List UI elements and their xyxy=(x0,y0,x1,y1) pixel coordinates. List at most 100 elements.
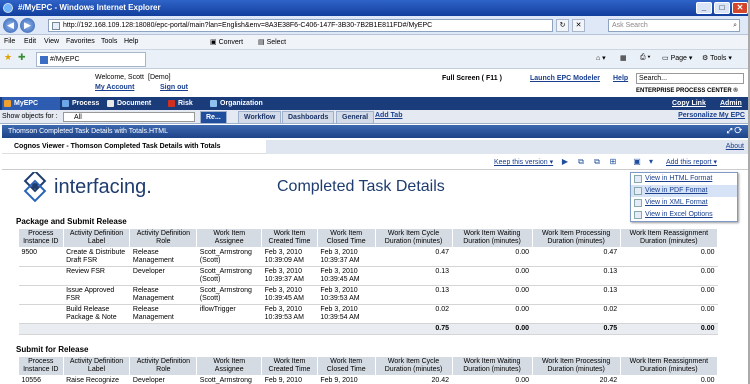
feeds-icon[interactable]: ▦ xyxy=(620,54,627,62)
logo-text: interfacing. xyxy=(54,175,152,198)
table-cell: Feb 3, 2010 10:39:53 AM xyxy=(317,285,376,305)
tab-myepc[interactable]: #/MyEPC xyxy=(36,52,146,67)
section-title: Submit for Release xyxy=(16,345,89,354)
html-icon xyxy=(634,175,642,183)
table-cell: 0.00 xyxy=(452,247,533,267)
portlet-title: Thomson Completed Task Details with Tota… xyxy=(8,128,169,135)
task-details-table: Process Instance ID Activity Definition L… xyxy=(18,356,719,384)
menu-view[interactable]: View xyxy=(44,38,59,45)
cognos-toolbar: Keep this version ▾ ▶ ⧉ ⧉ ⊞ ▣ ▾ Add this… xyxy=(2,154,748,170)
table-cell: Create & Distribute Draft FSR xyxy=(63,247,130,267)
menu-file[interactable]: File xyxy=(4,38,15,45)
tab-re[interactable]: Re... xyxy=(200,111,227,124)
table-cell: Build Release Package & Note xyxy=(63,304,130,324)
column-header: Work Item Waiting Duration (minutes) xyxy=(451,356,533,376)
table-cell: Developer xyxy=(129,266,197,286)
portal-search-input[interactable]: Search... xyxy=(636,73,744,84)
convert-button[interactable]: ▣ Convert xyxy=(210,38,243,46)
print-icon[interactable]: ⎙ ▾ xyxy=(640,54,651,62)
full-screen-button[interactable]: Full Screen ( F11 ) xyxy=(442,75,502,82)
tab-general[interactable]: General xyxy=(336,111,375,124)
view-xml-format[interactable]: View in XML Format xyxy=(631,197,737,209)
objects-select[interactable]: All xyxy=(63,112,195,122)
add-report-link[interactable]: Add this report ▾ xyxy=(666,158,717,166)
myepc-icon xyxy=(4,100,11,107)
view-excel-options[interactable]: View in Excel Options xyxy=(631,209,737,221)
copy-link[interactable]: Copy Link xyxy=(672,100,706,107)
table-cell: 0.00 xyxy=(452,304,533,324)
column-header: Work Item Waiting Duration (minutes) xyxy=(451,228,533,248)
column-header: Work Item Created Time xyxy=(261,228,318,248)
cognos-header-bar: About xyxy=(266,140,748,154)
format-dropdown-icon[interactable]: ▾ xyxy=(646,157,656,167)
search-input[interactable]: Ask Search ⌕ xyxy=(608,19,740,32)
drill-up-icon[interactable]: ⧉ xyxy=(592,157,602,167)
add-tab-link[interactable]: Add Tab xyxy=(375,112,402,119)
keep-version-link[interactable]: Keep this version ▾ xyxy=(494,158,553,166)
refresh-icon[interactable]: ↻ xyxy=(556,19,569,32)
welcome-text: Welcome, Scott xyxy=(95,74,144,81)
table-cell: 9500 xyxy=(18,247,64,267)
forward-icon[interactable]: ▶ xyxy=(20,18,35,33)
related-links-icon[interactable]: ⊞ xyxy=(608,157,618,167)
column-header: Work Item Processing Duration (minutes) xyxy=(531,228,621,248)
table-cell: Release Management xyxy=(129,304,197,324)
url-field[interactable]: http://192.168.109.128:18080/epc-portal/… xyxy=(48,19,553,32)
sign-out-link[interactable]: Sign out xyxy=(160,84,188,91)
tab-organization[interactable]: Organization xyxy=(208,97,263,110)
show-objects-label: Show objects for : xyxy=(2,113,58,120)
tab-process[interactable]: Process xyxy=(60,97,99,110)
page-menu[interactable]: ▭ Page ▾ xyxy=(662,54,692,62)
table-cell: 0.00 xyxy=(452,266,533,286)
favorites-bar: ★ ✚ #/MyEPC ⌂ ▾ ▦ ⎙ ▾ ▭ Page ▾ ⚙ Tools ▾ xyxy=(0,50,750,69)
help-link[interactable]: Help xyxy=(613,75,628,82)
table-cell: 0.13 xyxy=(532,266,621,286)
select-button[interactable]: ▤ Select xyxy=(258,38,286,46)
view-pdf-format[interactable]: View in PDF Format xyxy=(631,185,737,197)
format-icon[interactable]: ▣ xyxy=(632,157,642,167)
my-account-link[interactable]: My Account xyxy=(95,84,134,91)
back-icon[interactable]: ◀ xyxy=(3,18,18,33)
tab-workflow[interactable]: Workflow xyxy=(238,111,282,124)
stop-icon[interactable]: ✕ xyxy=(572,19,585,32)
table-cell: 0.00 xyxy=(620,285,718,305)
maximize-button[interactable]: □ xyxy=(714,2,730,14)
menu-favorites[interactable]: Favorites xyxy=(66,38,95,45)
table-cell: Issue Approved FSR xyxy=(63,285,130,305)
drill-down-icon[interactable]: ⧉ xyxy=(576,157,586,167)
close-button[interactable]: ✕ xyxy=(732,2,748,14)
table-cell: 0.00 xyxy=(620,375,718,384)
table-cell: 0.13 xyxy=(375,266,453,286)
search-icon[interactable]: ⌕ xyxy=(733,20,737,32)
portlet-controls[interactable]: ⤢ ⟳ xyxy=(727,125,742,138)
tab-document[interactable]: Document xyxy=(105,97,151,110)
column-header: Work Item Cycle Duration (minutes) xyxy=(374,228,453,248)
menu-help[interactable]: Help xyxy=(124,38,138,45)
table-cell: 0.47 xyxy=(532,247,621,267)
menu-edit[interactable]: Edit xyxy=(24,38,36,45)
totals-row: 0.75 0.00 0.75 0.00 xyxy=(18,323,718,335)
risk-icon xyxy=(168,100,175,107)
table-cell: 0.13 xyxy=(532,285,621,305)
table-cell: Scott_Armstrong (Scott) xyxy=(196,285,262,305)
minimize-button[interactable]: _ xyxy=(696,2,712,14)
home-icon[interactable]: ⌂ ▾ xyxy=(596,54,606,62)
tab-myepc-main[interactable]: MyEPC xyxy=(2,97,60,110)
launch-modeler-link[interactable]: Launch EPC Modeler xyxy=(530,75,600,82)
tab-risk[interactable]: Risk xyxy=(166,97,193,110)
favorites-star-icon[interactable]: ★ xyxy=(4,52,12,63)
table-row: Build Release Package & Note Release Mana… xyxy=(18,304,718,324)
table-cell: 0.02 xyxy=(532,304,621,324)
tab-dashboards[interactable]: Dashboards xyxy=(282,111,335,124)
tools-menu[interactable]: ⚙ Tools ▾ xyxy=(702,54,732,62)
menu-tools[interactable]: Tools xyxy=(101,38,117,45)
view-html-format[interactable]: View in HTML Format xyxy=(631,173,737,185)
personalize-link[interactable]: Personalize My EPC xyxy=(678,112,745,119)
portlet-titlebar: Thomson Completed Task Details with Tota… xyxy=(2,125,748,138)
run-icon[interactable]: ▶ xyxy=(560,157,570,167)
about-link[interactable]: About xyxy=(726,143,744,150)
table-cell: 0.02 xyxy=(375,304,453,324)
add-favorite-icon[interactable]: ✚ xyxy=(18,52,26,63)
admin-link[interactable]: Admin xyxy=(720,100,742,107)
table-cell: Feb 9, 2010 xyxy=(261,375,318,384)
